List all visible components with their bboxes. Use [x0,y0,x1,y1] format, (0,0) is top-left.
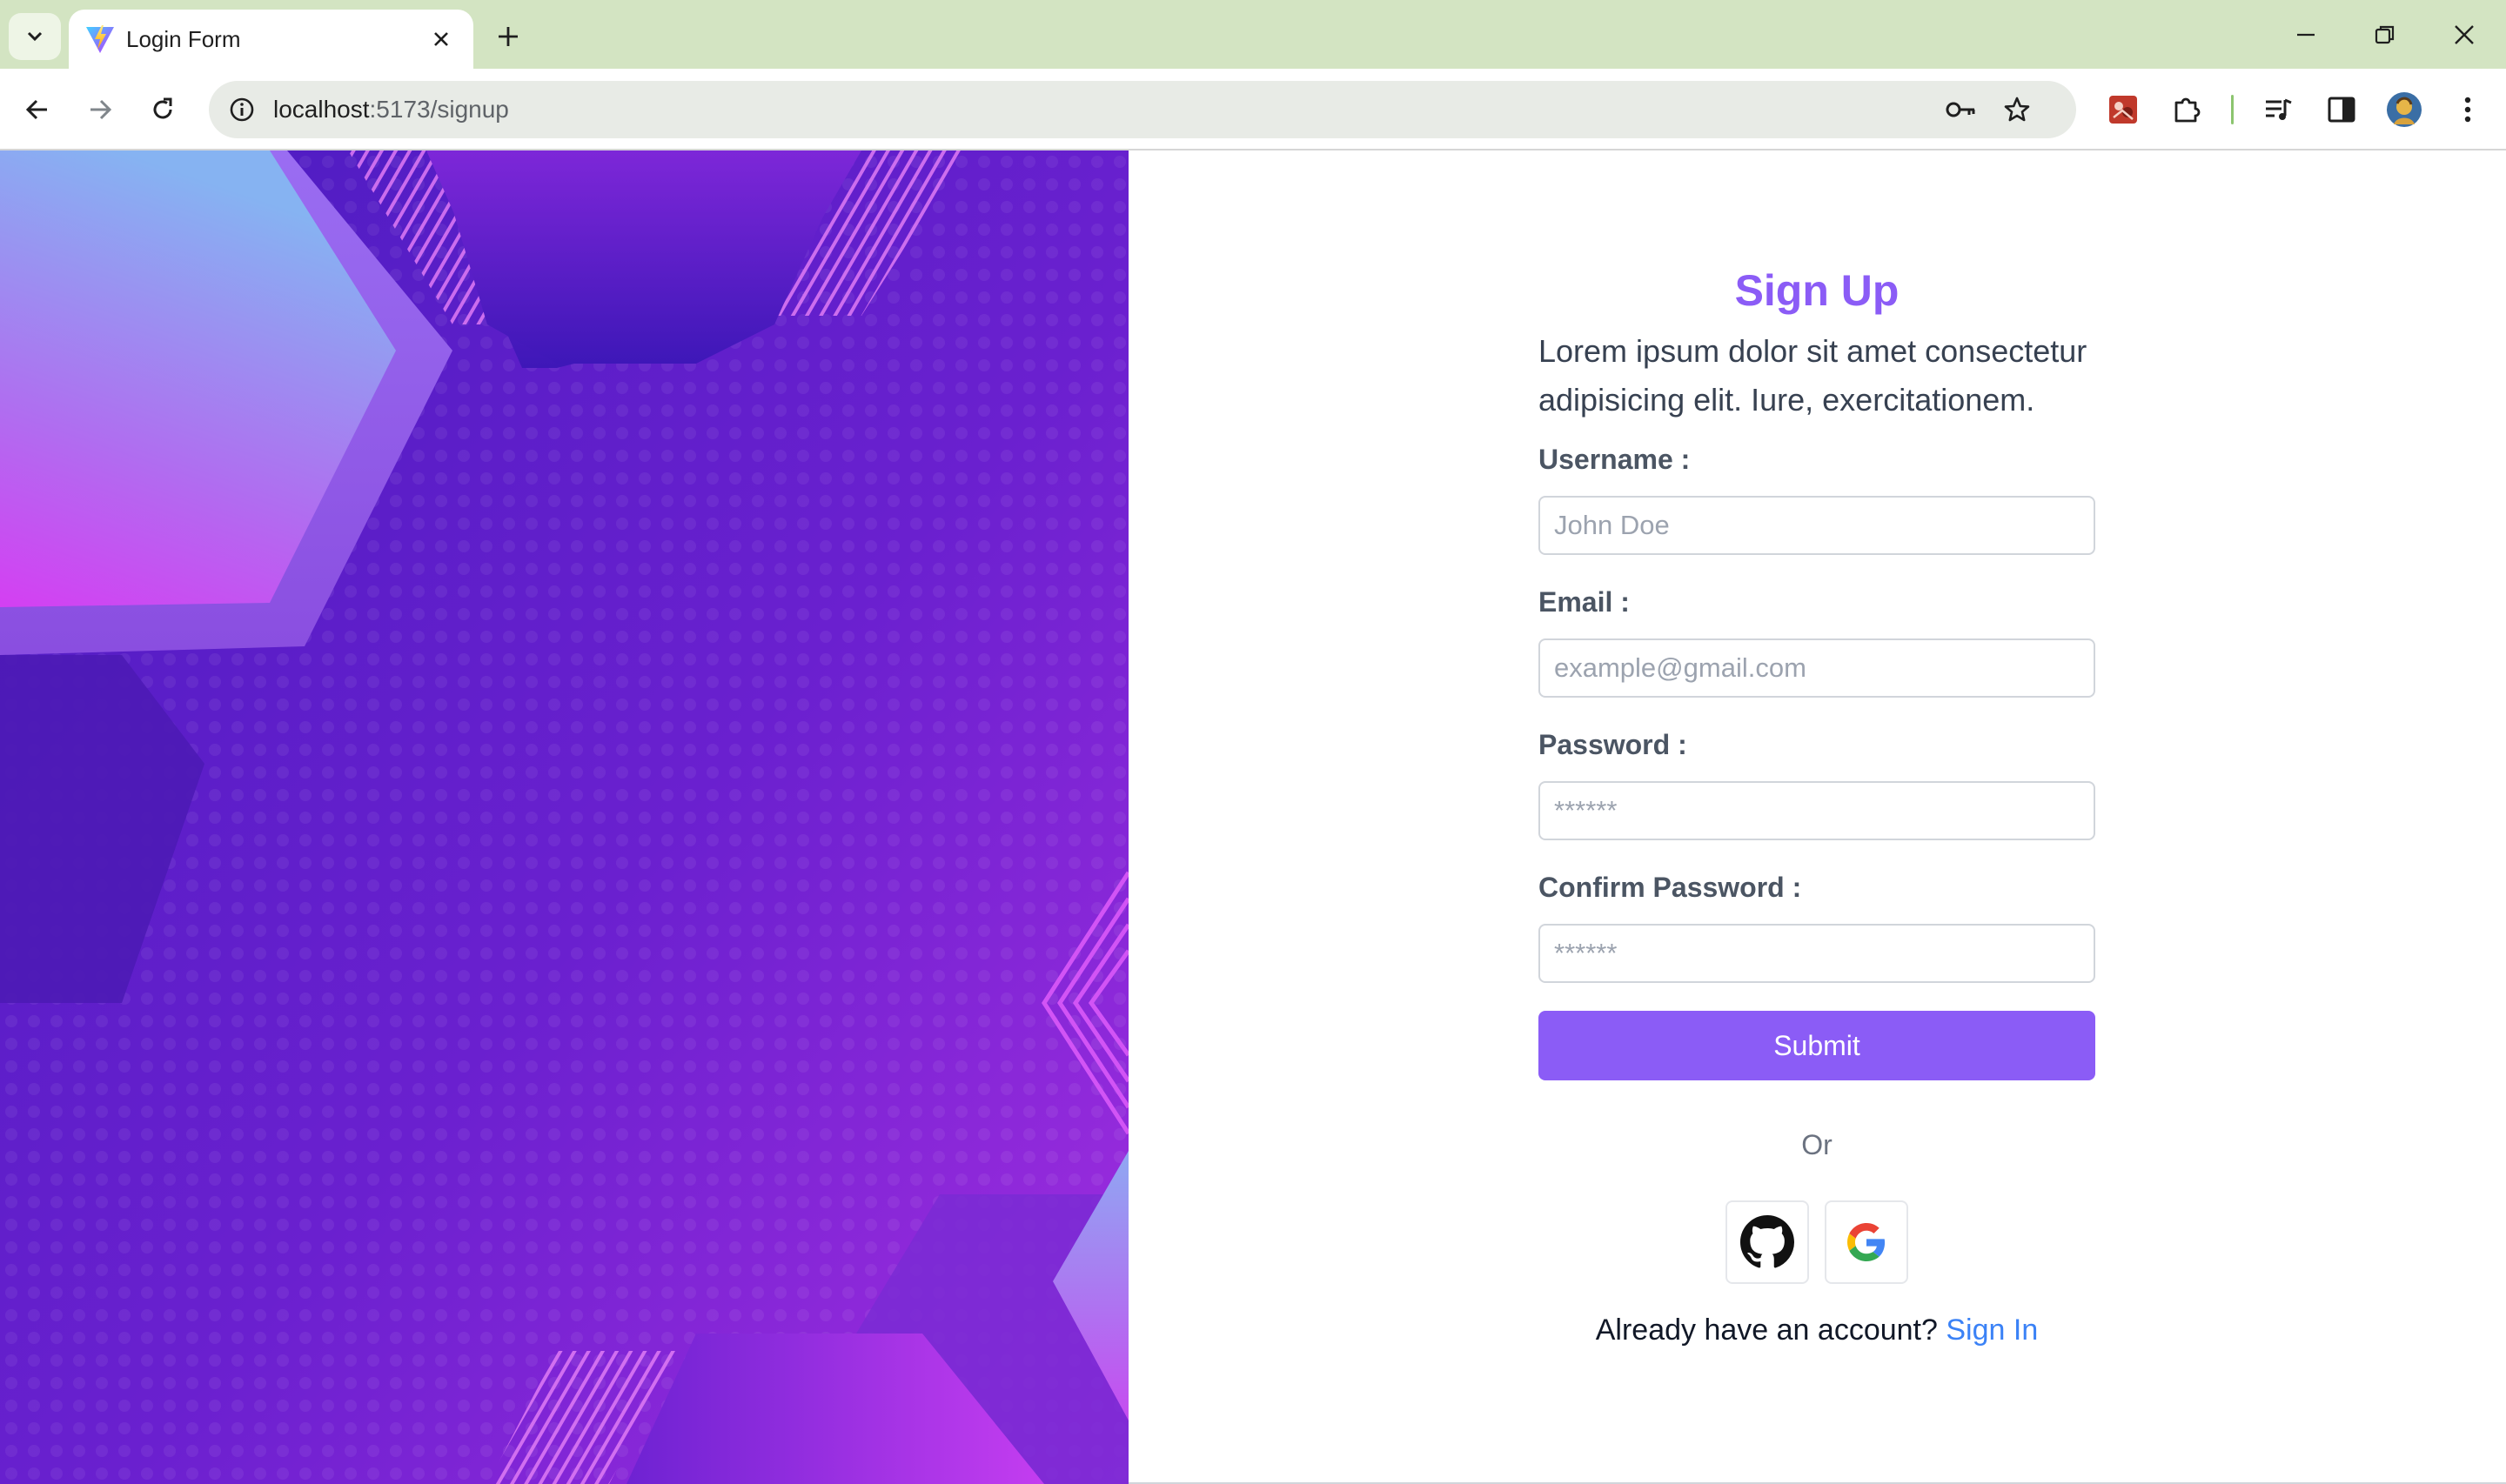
plus-icon [499,27,518,46]
signin-prompt: Already have an account? Sign In [1538,1308,2095,1352]
github-icon [1740,1215,1794,1268]
extension-app-icon [2109,96,2137,124]
submit-button[interactable]: Submit [1538,1011,2095,1080]
media-queue-icon [2266,98,2292,120]
social-login-row [1538,1200,2095,1284]
chevron-down-icon [27,31,43,42]
browser-menu-button[interactable] [2446,88,2489,131]
hero-image [0,150,1129,1484]
reload-button[interactable] [141,88,184,131]
tab-search-button[interactable] [9,13,61,60]
new-tab-button[interactable] [487,16,529,57]
password-input[interactable] [1538,781,2095,840]
info-icon [230,97,254,122]
close-icon [434,32,448,46]
signup-form: Sign Up Lorem ipsum dolor sit amet conse… [1538,259,2095,1352]
browser-toolbar: localhost:5173/signup [0,69,2506,150]
username-label: Username : [1538,444,1691,475]
confirm-password-label: Confirm Password : [1538,872,1802,903]
close-window-button[interactable] [2440,12,2489,57]
password-manager-button[interactable] [1940,89,1982,130]
avatar [2387,92,2422,127]
minimize-icon [2297,33,2315,37]
close-tab-button[interactable] [424,22,459,57]
restore-button[interactable] [2361,12,2409,57]
site-info-button[interactable] [221,89,263,130]
puzzle-icon [2174,97,2201,123]
google-icon [1847,1223,1886,1261]
bookmark-button[interactable] [1996,89,2038,130]
side-panel-button[interactable] [2320,88,2363,131]
tab-title: Login Form [126,26,241,52]
url-path: :5173/signup [369,96,509,123]
forward-button[interactable] [78,88,122,131]
forward-arrow-icon [90,99,112,120]
password-field-group: Password : [1538,724,2095,840]
google-login-button[interactable] [1825,1200,1908,1284]
url-host: localhost [273,96,370,123]
back-arrow-icon [25,99,47,120]
profile-button[interactable] [2382,88,2426,131]
address-bar[interactable]: localhost:5173/signup [209,81,2076,138]
url-text: localhost:5173/signup [273,92,509,127]
form-description: Lorem ipsum dolor sit amet consectetur a… [1538,333,2087,418]
browser-tab-strip: Login Form [0,0,2506,69]
email-input[interactable] [1538,638,2095,698]
confirm-password-field-group: Confirm Password : [1538,866,2095,983]
signin-prompt-text: Already have an account? [1595,1314,1938,1347]
vite-logo-icon [86,25,114,53]
more-vert-icon [2464,97,2471,123]
hero-illustration [0,150,1129,1484]
minimize-button[interactable] [2282,12,2330,57]
browser-tab-active[interactable]: Login Form [69,10,473,69]
star-icon [2004,97,2030,122]
close-icon [2455,25,2474,44]
email-field-group: Email : [1538,581,2095,698]
page-title: Sign Up [1734,266,1900,315]
or-divider-label: Or [1801,1129,1833,1160]
key-icon [1946,102,1975,117]
username-input[interactable] [1538,496,2095,555]
email-label: Email : [1538,586,1630,618]
media-controls-button[interactable] [2257,88,2301,131]
restore-icon [2375,25,2395,44]
signin-link[interactable]: Sign In [1946,1314,2038,1347]
confirm-password-input[interactable] [1538,924,2095,983]
github-login-button[interactable] [1725,1200,1809,1284]
password-label: Password : [1538,729,1687,760]
reload-icon [153,97,172,119]
back-button[interactable] [16,88,59,131]
extensions-button[interactable] [2165,88,2208,131]
page-viewport: Sign Up Lorem ipsum dolor sit amet conse… [0,150,2506,1484]
side-panel-icon [2328,97,2355,123]
username-field-group: Username : [1538,438,2095,555]
toolbar-divider [2231,95,2234,124]
extension-app-button[interactable] [2101,88,2145,131]
